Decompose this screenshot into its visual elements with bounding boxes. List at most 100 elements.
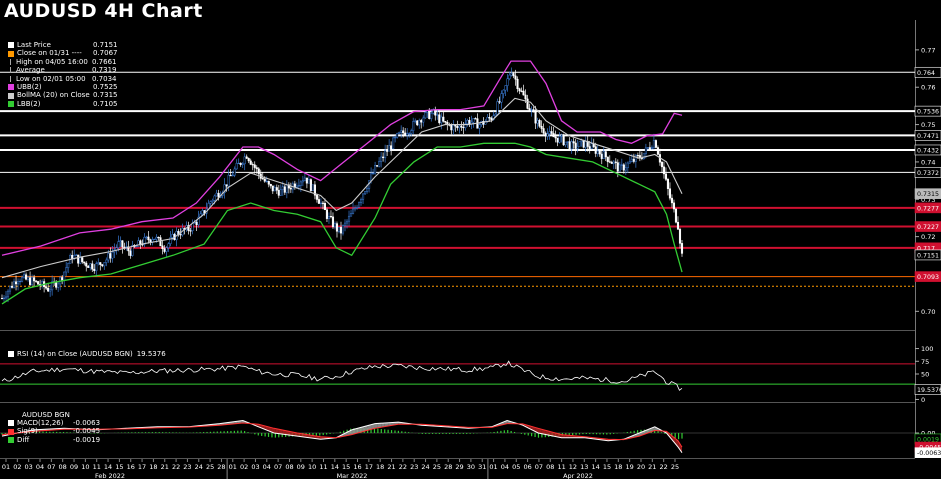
candle-body — [652, 140, 655, 148]
candle-body — [209, 201, 212, 204]
candle-body — [353, 207, 357, 210]
x-day-label: 03 — [25, 463, 33, 471]
candle-body — [622, 164, 625, 171]
x-day-label: 16 — [353, 463, 361, 471]
candle-body — [189, 230, 192, 232]
legend-row: High on 04/05 16:00 0.7661 — [8, 58, 118, 66]
x-day-label: 14 — [104, 463, 112, 471]
x-day-label: 10 — [81, 463, 89, 471]
candle-body — [271, 185, 274, 192]
candle-body — [49, 289, 52, 292]
candle-body — [574, 142, 577, 149]
price-tag: 0.764 — [917, 70, 935, 77]
candle-body — [606, 156, 609, 162]
candle-body — [47, 287, 50, 292]
candle-body — [360, 199, 363, 203]
candle-body — [157, 236, 160, 239]
candle-body — [107, 253, 110, 261]
candle-body — [560, 135, 563, 137]
candle-body — [442, 116, 445, 122]
candle-body — [396, 133, 399, 138]
legend-row: Average 0.7319 — [8, 66, 118, 74]
candle-body — [275, 187, 278, 191]
price-tag: 0.7227 — [917, 224, 939, 231]
candle-body — [153, 238, 156, 240]
y-tick-label: 0.72 — [921, 233, 935, 241]
legend-label: BollMA (20) on Close — [17, 91, 90, 100]
candle-body — [273, 187, 276, 192]
candle-body — [325, 209, 329, 219]
candle-body — [520, 90, 523, 92]
legend-label: LBB(2) — [17, 99, 41, 108]
candle-body — [370, 173, 373, 181]
candle-body — [472, 118, 475, 123]
lower-bollinger-line — [1, 142, 683, 305]
candle-body — [642, 153, 645, 159]
candle-body — [269, 183, 272, 187]
candle-body — [301, 180, 304, 183]
x-day-label: 15 — [342, 463, 350, 471]
candle-body — [211, 200, 214, 202]
legend-row: UBB(2) 0.7525 — [8, 83, 118, 91]
candle-body — [430, 113, 433, 119]
legend-swatch — [8, 101, 14, 108]
x-day-label: 24 — [421, 463, 429, 471]
candle-body — [331, 216, 335, 228]
x-day-label: 12 — [569, 463, 577, 471]
candle-body — [400, 130, 403, 133]
candle-body — [664, 173, 668, 180]
x-day-label: 15 — [603, 463, 611, 471]
candle-body — [358, 202, 361, 208]
candle-body — [99, 262, 102, 265]
legend-label: Average — [16, 66, 45, 75]
candle-body — [408, 133, 411, 135]
candle-body — [556, 137, 559, 143]
candle-body — [145, 236, 148, 238]
candle-body — [544, 132, 547, 137]
x-day-label: 14 — [591, 463, 599, 471]
x-month-label: Mar 2022 — [337, 472, 368, 479]
macd-legend-label: MACD(12,26) — [17, 419, 64, 428]
candle-body — [281, 186, 284, 190]
candle-body — [165, 247, 168, 252]
x-day-label: 14 — [331, 463, 339, 471]
x-month-label: Apr 2022 — [563, 472, 593, 479]
candle-body — [530, 109, 533, 111]
rsi-value-tag: 19.5376 — [917, 387, 941, 394]
candle-body — [542, 128, 545, 134]
x-day-label: 23 — [410, 463, 418, 471]
x-day-label: 18 — [149, 463, 157, 471]
candle-body — [61, 277, 64, 281]
candle-body — [237, 162, 240, 164]
candle-body — [596, 150, 599, 154]
price-tag: 0.7432 — [917, 147, 939, 154]
candle-body — [71, 254, 74, 259]
candle-body — [27, 277, 30, 280]
x-day-label: 05 — [512, 463, 520, 471]
candle-body — [311, 184, 314, 191]
price-tag: 0.7372 — [917, 170, 939, 177]
legend-swatch — [8, 50, 14, 57]
x-day-label: 01 — [489, 463, 497, 471]
candle-body — [528, 108, 531, 111]
candle-body — [474, 118, 477, 120]
macd-legend-row: Diff -0.0019 — [8, 436, 100, 444]
candle-body — [404, 132, 407, 136]
candle-body — [85, 262, 88, 267]
legend-row: Low on 02/01 05:00 0.7034 — [8, 75, 118, 83]
candle-body — [380, 156, 383, 162]
candle-body — [508, 74, 511, 80]
candle-body — [33, 277, 36, 282]
legend-row: Last Price 0.7151 — [8, 41, 118, 49]
candle-body — [75, 254, 78, 256]
legend-label: Last Price — [17, 41, 51, 49]
candle-body — [315, 194, 318, 200]
macd-legend-swatch — [8, 420, 14, 427]
candle-body — [436, 114, 439, 116]
macd-legend-value: -0.0045 — [73, 427, 101, 436]
macd-legend-swatch — [8, 436, 14, 443]
candle-body — [89, 263, 92, 268]
candle-body — [558, 136, 561, 143]
candle-body — [29, 277, 32, 285]
candle-body — [12, 281, 16, 288]
